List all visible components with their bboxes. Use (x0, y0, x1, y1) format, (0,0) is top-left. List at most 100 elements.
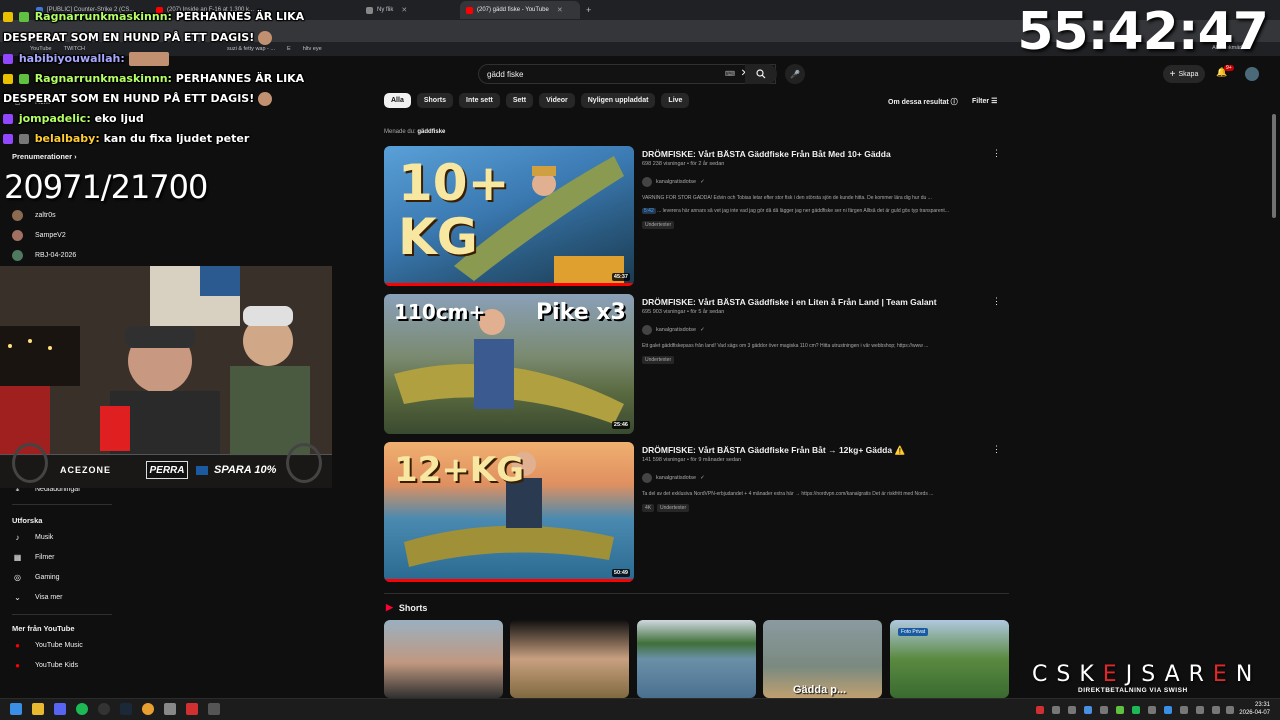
close-icon[interactable]: ✕ (557, 6, 563, 14)
sidebar-item-label: Filmer (35, 554, 55, 561)
watch-progress-bar (384, 579, 634, 582)
discord-icon[interactable] (54, 703, 66, 715)
file-explorer-icon[interactable] (32, 703, 44, 715)
chat-text: PERHANNES ÄR LIKA (175, 72, 305, 85)
info-icon: ⓘ (950, 99, 958, 106)
sidebar-item-youtube-kids[interactable]: ● YouTube Kids (12, 661, 78, 670)
sidebar-sub-sampev2[interactable]: SampeV2 (12, 230, 66, 241)
bookmark-hltv[interactable]: hltv eye (303, 46, 322, 52)
tray-icon[interactable] (1068, 706, 1076, 714)
bookmark-suzi[interactable]: suzi & fetty wap - ... (227, 46, 275, 52)
chat-text: eko ljud (94, 112, 144, 125)
video-result[interactable]: 10+ KG 45:37 DRÖMFISKE: Vårt BÄSTA Gäddf… (384, 146, 1009, 288)
short-thumbnail[interactable]: Foto Privat (890, 620, 1009, 698)
obs-icon[interactable] (98, 703, 110, 715)
shorts-heading: ▶ Shorts (386, 602, 427, 613)
search-button[interactable] (745, 64, 777, 84)
app-icon[interactable] (208, 703, 220, 715)
sidebar-item-show-more[interactable]: ⌄ Visa mer (12, 593, 63, 602)
chip-live[interactable]: Live (661, 93, 690, 108)
video-title[interactable]: DRÖMFISKE: Vårt BÄSTA Gäddfiske Från Båt… (642, 445, 992, 456)
tray-icon[interactable] (1036, 706, 1044, 714)
short-thumbnail[interactable]: Gädda p... (763, 620, 882, 698)
more-options-icon[interactable]: ⋮ (992, 296, 1001, 307)
video-thumbnail[interactable]: 110cm+ Pike x3 25:46 (384, 294, 634, 434)
verified-icon: ✓ (700, 327, 705, 333)
filter-chips: Alla Shorts Inte sett Sett Videor Nylige… (384, 93, 690, 108)
chip-unwatched[interactable]: Inte sett (459, 93, 500, 108)
channel-link[interactable]: kanalgratisdotse ✓ (642, 473, 705, 483)
page-scrollbar[interactable] (1272, 114, 1276, 218)
more-options-icon[interactable]: ⋮ (992, 148, 1001, 159)
chip-watched[interactable]: Sett (505, 93, 534, 108)
streamer-name: PERRA (146, 461, 188, 479)
app-icon[interactable] (186, 703, 198, 715)
tray-icon[interactable] (1116, 706, 1124, 714)
wifi-icon[interactable] (1196, 706, 1204, 714)
sidebar-item-youtube-music[interactable]: ● YouTube Music (12, 641, 83, 650)
search-input[interactable]: gädd fiske ⌨ ✕ (478, 64, 776, 84)
windows-start-icon[interactable] (10, 703, 22, 715)
short-thumbnail[interactable] (510, 620, 629, 698)
chip-recently-uploaded[interactable]: Nyligen uppladdat (580, 93, 656, 108)
tray-icon[interactable] (1148, 706, 1156, 714)
sidebar-section-subscriptions[interactable]: Prenumerationer › (12, 152, 77, 161)
chat-message-continued: DESPERAT SOM EN HUND PÅ ETT DAGIS! (3, 31, 274, 45)
battery-icon[interactable] (1226, 706, 1234, 714)
video-thumbnail[interactable]: 12+KG 50:49 (384, 442, 634, 582)
create-button[interactable]: + Skapa (1163, 65, 1205, 83)
channel-link[interactable]: kanalgratisdotse ✓ (642, 325, 705, 335)
tray-icon[interactable] (1132, 706, 1140, 714)
close-icon[interactable]: ✕ (401, 6, 407, 14)
avatar[interactable] (1245, 67, 1259, 81)
chip-videos[interactable]: Videor (539, 93, 575, 108)
chip-shorts[interactable]: Shorts (416, 93, 454, 108)
tray-icon[interactable] (1084, 706, 1092, 714)
chat-text: DESPERAT SOM EN HUND PÅ ETT DAGIS! (3, 92, 255, 105)
tray-icon[interactable] (1052, 706, 1060, 714)
keyboard-icon[interactable]: ⌨ (725, 70, 735, 78)
channel-link[interactable]: kanalgratisdotse ✓ (642, 177, 705, 187)
video-title[interactable]: DRÖMFISKE: Vårt BÄSTA Gäddfiske Från Båt… (642, 149, 992, 159)
new-tab-button[interactable]: + (580, 1, 597, 19)
about-results-button[interactable]: Om dessa resultat ⓘ (888, 97, 958, 107)
microphone-icon[interactable]: 🎤 (785, 64, 805, 84)
short-thumbnail[interactable] (384, 620, 503, 698)
tray-icon[interactable] (1100, 706, 1108, 714)
chat-username: habibiyouwallah: (18, 52, 125, 65)
sidebar-item-label: YouTube Kids (35, 662, 79, 669)
tab-youtube-search[interactable]: (207) gädd fiske - YouTube ✕ (460, 1, 580, 19)
volume-icon[interactable] (1212, 706, 1220, 714)
brand-letter: A (1164, 662, 1189, 687)
video-thumbnail[interactable]: 10+ KG 45:37 (384, 146, 634, 286)
bookmark-e[interactable]: E (287, 46, 291, 52)
sidebar-item-music[interactable]: ♪ Musik (12, 533, 54, 542)
steam-icon[interactable] (120, 703, 132, 715)
short-thumbnail[interactable] (637, 620, 756, 698)
video-result[interactable]: 110cm+ Pike x3 25:46 DRÖMFISKE: Vårt BÄS… (384, 294, 1009, 436)
chrome-icon[interactable] (142, 703, 154, 715)
did-you-mean-link[interactable]: gäddfiske (417, 129, 445, 135)
verified-icon: ✓ (700, 179, 705, 185)
sidebar-item-label: Visa mer (35, 594, 63, 601)
clock[interactable]: 23:31 2026-04-07 (1239, 701, 1270, 717)
timestamp-chip[interactable]: 5:42 (642, 208, 656, 214)
app-icon[interactable] (164, 703, 176, 715)
sidebar-sub-rbj[interactable]: RBJ-04-2026 (12, 250, 76, 261)
filter-button[interactable]: Filter ☰ (972, 97, 997, 105)
tray-icon[interactable] (1180, 706, 1188, 714)
tab-new[interactable]: Ny flik ✕ (360, 1, 460, 19)
video-result[interactable]: 12+KG 50:49 DRÖMFISKE: Vårt BÄSTA Gäddfi… (384, 442, 1009, 584)
video-title[interactable]: DRÖMFISKE: Vårt BÄSTA Gäddfiske i en Lit… (642, 297, 992, 307)
thumbnail-text: 10+ KG (398, 154, 510, 266)
sidebar-item-movies[interactable]: ▦ Filmer (12, 553, 55, 562)
spotify-icon[interactable] (76, 703, 88, 715)
watch-progress-bar (384, 283, 634, 286)
sidebar-sub-zaltr0s[interactable]: zaltr0s (12, 210, 56, 221)
bluetooth-icon[interactable] (1164, 706, 1172, 714)
chip-all[interactable]: Alla (384, 93, 411, 108)
chat-text: DESPERAT SOM EN HUND PÅ ETT DAGIS! (3, 31, 255, 44)
more-options-icon[interactable]: ⋮ (992, 444, 1001, 455)
sidebar-item-gaming[interactable]: ◎ Gaming (12, 573, 60, 582)
video-duration: 25:46 (611, 421, 630, 429)
